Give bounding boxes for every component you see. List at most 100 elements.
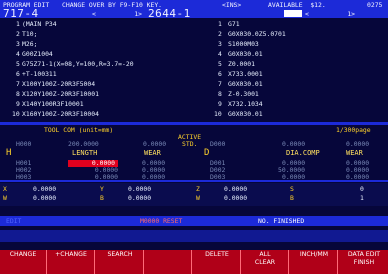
program-line[interactable]: X120Y100Z-20R3F10001 [22,91,99,98]
line-number: 7 [218,80,222,88]
program-mid-name: 2644-1 [148,7,191,20]
axis-label: B [100,194,104,202]
softkey-label: DELETE [205,251,229,258]
program-line[interactable]: T10; [22,31,37,38]
program-line[interactable]: Z-0.3001 [228,91,259,98]
softkey-4[interactable] [145,250,192,274]
softkey-2[interactable]: +CHANGE [48,250,95,274]
axis-label: X [3,185,7,193]
axis-label: B [290,194,294,202]
softkey-label-line2: FINISH [353,259,375,267]
line-number: 3 [218,40,222,48]
axis-label: W [3,194,7,202]
wear-header-2: WEAR [346,149,363,157]
axis-value: 0.0000 [33,185,57,193]
axis-value: 0.0000 [33,194,57,202]
softkey-3[interactable]: SEARCH [97,250,144,274]
axis-label: Z [196,185,200,193]
program-line[interactable]: X100Y100Z-20R3F5004 [22,81,95,88]
line-number: 3 [16,40,20,48]
line-number: 8 [16,90,20,98]
program-line[interactable]: X160Y100Z-20R3F10004 [22,111,99,118]
program-left-name: 717-4 [3,7,39,20]
program-line[interactable]: +T-100311 [22,71,57,78]
softkey-7[interactable]: INCH/MM [291,250,338,274]
length-header: LENGTH [72,149,98,157]
status-lower [0,230,388,242]
line-number: 1 [16,20,20,28]
line-number: 4 [16,50,20,58]
program-line[interactable]: X140Y100R3F10001 [22,101,84,108]
available-text: AVAILABLE $12. [268,1,326,9]
program-line[interactable]: X732.1034 [228,101,263,108]
softkey-label: INCH/MM [299,251,329,258]
std-label: STD. [182,140,198,148]
line-number: 5 [218,60,222,68]
line-number: 1 [218,20,222,28]
program-line[interactable]: G0X030.0Z5.0701 [228,31,286,38]
axis-label: W [196,194,200,202]
position-panel [0,183,388,206]
line-number: 6 [218,70,222,78]
softkey-1[interactable]: CHANGE [0,250,47,274]
softkey-label: +CHANGE [55,251,87,258]
tool-comp-title: TOOL COM (unit=mm) [44,126,114,134]
program-line[interactable]: G71 [228,21,240,28]
line-number: 2 [218,30,222,38]
line-number: 10 [214,110,222,118]
program-line[interactable]: G0X030.01 [228,111,263,118]
program-left-bracket: < 1> [92,10,143,18]
ins-indicator: <INS> [222,1,242,9]
program-line[interactable]: X733.0001 [228,71,263,78]
tool-comp-divider [0,122,388,125]
top-d000: D000 [210,140,226,148]
tool-comp-page: 1/300page [336,126,371,134]
line-number: 9 [218,100,222,108]
diacomp-header: DIA.COMP [286,149,320,157]
program-line[interactable]: G00Z1004 [22,51,53,58]
program-line[interactable]: (MAIN P34 [22,21,57,28]
line-number: 2 [16,30,20,38]
line-number: 10 [12,110,20,118]
softkey-label: ALL [259,251,271,258]
program-line[interactable]: G0X030.01 [228,51,263,58]
d-column-header: D [204,148,210,158]
softkey-6[interactable]: ALL CLEAR [242,250,289,274]
program-right-bracket: < 1> [305,10,356,18]
program-line[interactable]: S1000M03 [228,41,259,48]
status-finished: NO. FINISHED [258,217,305,225]
axis-label: S [290,185,294,193]
status-mode: EDIT [6,217,22,225]
axis-value: 0.0000 [128,185,152,193]
top-wear2: 0.0000 [346,140,370,148]
top-length: 200.0000 [68,140,99,148]
program-line[interactable]: G0X030.01 [228,81,263,88]
axis-value: 0 [360,185,364,193]
line-number: 6 [16,70,20,78]
top-wear: 0.0000 [143,140,167,148]
softkey-5[interactable]: DELETE [194,250,241,274]
line-number: 4 [218,50,222,58]
line-number: 7 [16,80,20,88]
softkey-label-line2: CLEAR [254,259,276,267]
axis-value: 1 [360,194,364,202]
line-number: 9 [16,100,20,108]
softkey-label: SEARCH [107,251,133,258]
program-line[interactable]: M26; [22,41,37,48]
status-bar [0,216,388,226]
axis-value: 0.0000 [224,185,248,193]
axis-label: Y [100,185,104,193]
program-line[interactable]: G75Z71-1(X=08,Y=100,R=3.7=-20 [22,61,134,68]
status-message: M0000 RESET [140,217,183,225]
softkey-8[interactable]: DATA EDIT FINISH [340,250,388,274]
line-number: 5 [16,60,20,68]
top-h000: H000 [16,140,32,148]
top-dia: 0.0000 [282,140,306,148]
wear-header-1: WEAR [144,149,161,157]
program-line[interactable]: Z0.0001 [228,61,255,68]
h-column-header: H [6,148,12,158]
edit-cursor[interactable] [284,10,302,17]
axis-value: 0.0000 [128,194,152,202]
softkey-label: CHANGE [9,251,37,258]
counter-text: 0275 [367,1,383,9]
